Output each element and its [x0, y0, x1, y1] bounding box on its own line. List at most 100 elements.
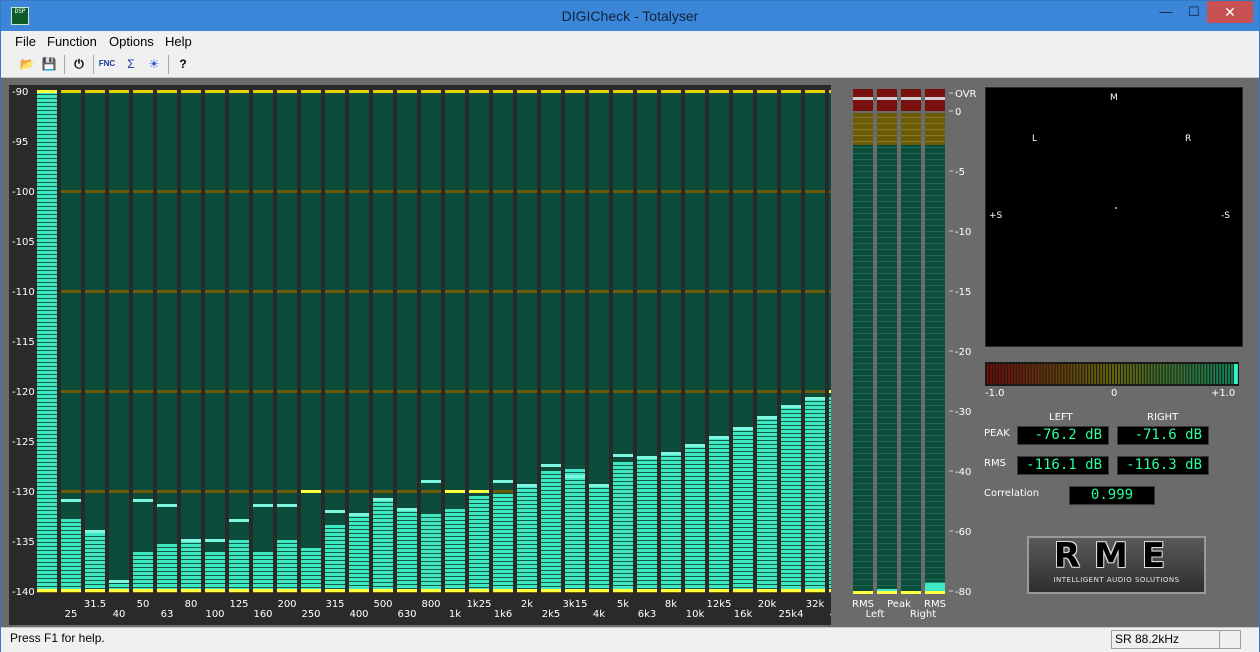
segment-line: [637, 564, 657, 565]
maximize-button[interactable]: ☐: [1179, 1, 1209, 23]
segment-line: [157, 571, 177, 572]
grid-mark: [109, 290, 129, 293]
segment-line: [325, 580, 345, 581]
title-bar[interactable]: DSP DIGICheck - Totalyser — ☐ ✕: [1, 1, 1259, 31]
menu-help[interactable]: Help: [165, 34, 192, 49]
meter-segment-line: [877, 399, 897, 400]
meter-segment-line: [901, 339, 921, 340]
segment-line: [373, 570, 393, 571]
segment-line: [37, 334, 57, 335]
menu-file[interactable]: File: [15, 34, 36, 49]
meter-segment-line: [853, 525, 873, 526]
meter-segment-line: [877, 195, 897, 196]
correlation-cell: [1144, 364, 1147, 384]
meter-segment-line: [901, 411, 921, 412]
meter-segment-line: [925, 399, 945, 400]
segment-line: [805, 545, 825, 546]
segment-line: [445, 532, 465, 533]
grid-mark: [253, 490, 273, 493]
segment-line: [37, 486, 57, 487]
meter-segment-line: [877, 549, 897, 550]
meter-segment-line: [877, 579, 897, 580]
segment-line: [37, 374, 57, 375]
segment-line: [37, 122, 57, 123]
segment-line: [733, 507, 753, 508]
segment-line: [301, 567, 321, 568]
segment-line: [661, 512, 681, 513]
segment-line: [253, 583, 273, 584]
segment-line: [757, 420, 777, 421]
toolbar-separator: [93, 55, 94, 74]
segment-line: [37, 238, 57, 239]
segment-line: [829, 448, 831, 449]
effects-icon[interactable]: Σ: [121, 54, 141, 74]
status-grip[interactable]: [1219, 630, 1241, 649]
band-track: [253, 91, 273, 591]
help-icon[interactable]: ?: [173, 54, 193, 74]
segment-line: [325, 556, 345, 557]
meter-segment-line: [901, 375, 921, 376]
segment-line: [421, 533, 441, 534]
floor-marker: [613, 589, 633, 592]
close-button[interactable]: ✕: [1207, 1, 1253, 23]
grid-mark: [637, 290, 657, 293]
correlation-cell: [1007, 364, 1010, 384]
segment-line: [661, 480, 681, 481]
grid-mark: [709, 190, 729, 193]
meter-segment-line: [877, 537, 897, 538]
segment-line: [829, 476, 831, 477]
open-folder-icon[interactable]: 📂: [17, 54, 37, 74]
segment-line: [781, 561, 801, 562]
correlation-cell: [1222, 364, 1225, 384]
segment-line: [637, 508, 657, 509]
grid-mark: [685, 390, 705, 393]
grid-mark: [85, 390, 105, 393]
meter-segment-line: [925, 273, 945, 274]
meter-segment-line: [901, 183, 921, 184]
meter-segment-line: [901, 435, 921, 436]
segment-line: [805, 489, 825, 490]
segment-line: [541, 578, 561, 579]
segment-line: [181, 555, 201, 556]
grid-mark: [613, 290, 633, 293]
meter-segment-line: [853, 249, 873, 250]
segment-line: [493, 517, 513, 518]
meter-segment-line: [901, 429, 921, 430]
segment-line: [757, 500, 777, 501]
meter-segment-line: [925, 387, 945, 388]
meter-segment-line: [853, 483, 873, 484]
meter-segment-line: [925, 453, 945, 454]
power-icon[interactable]: ⏻: [69, 54, 89, 74]
menu-options[interactable]: Options: [109, 34, 154, 49]
segment-line: [709, 484, 729, 485]
meter-segment-line: [853, 537, 873, 538]
segment-line: [829, 548, 831, 549]
segment-line: [37, 278, 57, 279]
meter-segment-line: [853, 195, 873, 196]
meter-segment-line: [901, 495, 921, 496]
segment-line: [373, 502, 393, 503]
grid-mark: [157, 190, 177, 193]
segment-line: [541, 586, 561, 587]
meter-floor-marker: [901, 591, 921, 594]
minimize-button[interactable]: —: [1151, 1, 1181, 23]
segment-line: [613, 577, 633, 578]
menu-function[interactable]: Function: [47, 34, 97, 49]
grid-mark: [829, 90, 831, 93]
segment-line: [589, 568, 609, 569]
grid-mark: [253, 90, 273, 93]
save-icon[interactable]: 💾: [39, 54, 59, 74]
light-icon[interactable]: ☀: [144, 54, 164, 74]
meter-segment-line: [853, 471, 873, 472]
peak-hold-marker: [733, 427, 753, 430]
y-tick-label: -90: [12, 87, 28, 98]
segment-line: [613, 501, 633, 502]
function-icon[interactable]: FNC: [97, 54, 117, 74]
correlation-cell: [1088, 364, 1091, 384]
segment-line: [37, 502, 57, 503]
correlation-cell: [1085, 364, 1088, 384]
freq-label-bottom: 25k4: [779, 609, 804, 620]
meter-segment-line: [877, 411, 897, 412]
meter-segment-line: [925, 393, 945, 394]
segment-line: [589, 536, 609, 537]
